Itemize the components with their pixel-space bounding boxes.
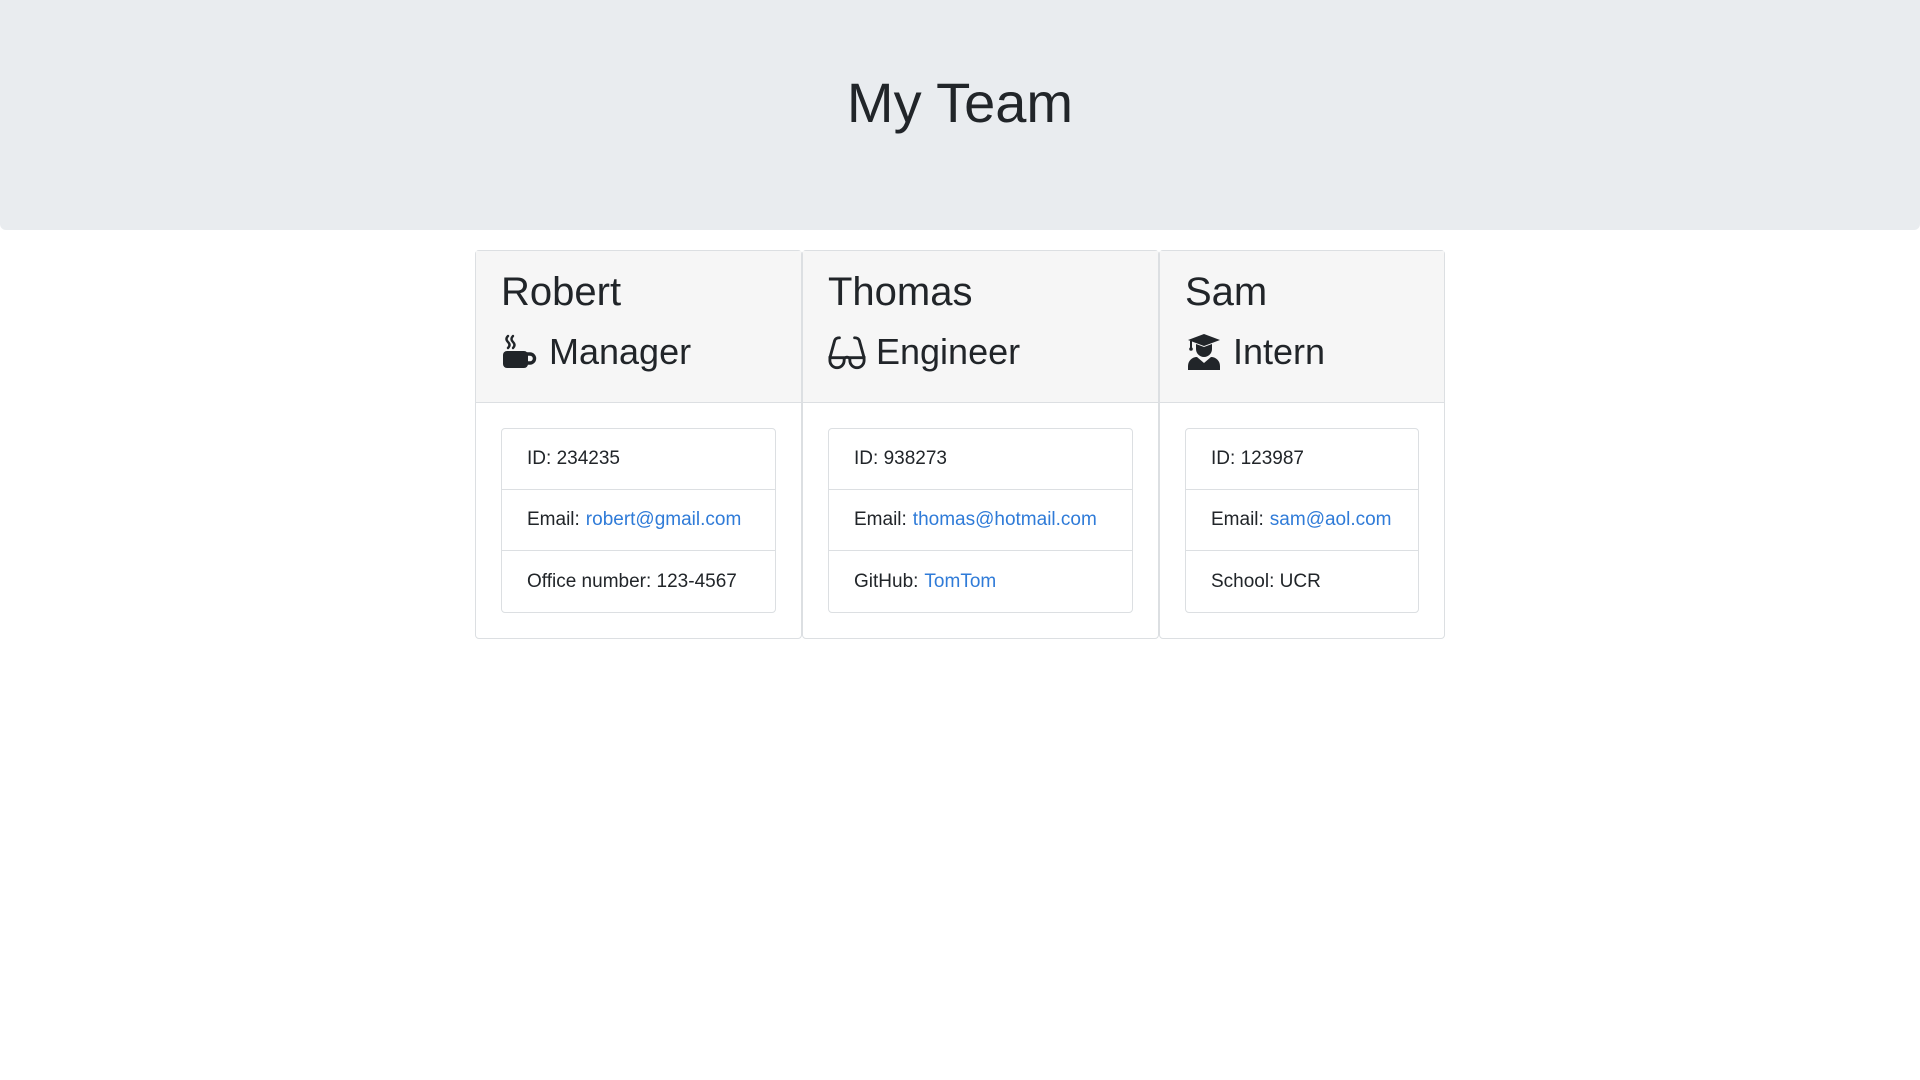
school-item: School: UCR: [1186, 551, 1418, 612]
id-item: ID: 938273: [829, 429, 1132, 490]
card-body: ID: 123987 Email: sam@aol.com School: UC…: [1160, 403, 1444, 638]
github-link[interactable]: TomTom: [924, 571, 996, 593]
employee-role: Manager: [501, 329, 776, 375]
id-label: ID:: [854, 448, 879, 469]
employee-name: Thomas: [828, 270, 973, 314]
email-item: Email: sam@aol.com: [1186, 490, 1418, 551]
card-header: Thomas Engineer: [803, 251, 1158, 403]
id-label: ID:: [1211, 448, 1236, 469]
employee-card-engineer: Thomas Engineer ID: 938273 Email: thomas…: [802, 250, 1159, 639]
email-link[interactable]: robert@gmail.com: [586, 509, 742, 531]
github-label: GitHub:: [854, 570, 919, 592]
email-item: Email: thomas@hotmail.com: [829, 490, 1132, 551]
employee-name: Robert: [501, 270, 622, 314]
employee-name: Sam: [1185, 270, 1268, 314]
office-number-item: Office number: 123-4567: [502, 551, 775, 612]
school-label: School:: [1211, 570, 1275, 592]
info-list: ID: 234235 Email: robert@gmail.com Offic…: [501, 428, 776, 613]
info-list: ID: 123987 Email: sam@aol.com School: UC…: [1185, 428, 1419, 613]
employee-card-manager: Robert Manager ID: 234235 Email: robert@…: [475, 250, 802, 639]
card-header: Sam Intern: [1160, 251, 1444, 403]
role-label: Manager: [549, 331, 692, 372]
card-header: Robert Manager: [476, 251, 801, 403]
id-label: ID:: [527, 448, 552, 469]
page-title: My Team: [846, 71, 1074, 134]
card-body: ID: 938273 Email: thomas@hotmail.com Git…: [803, 403, 1158, 638]
office-number-label: Office number:: [527, 570, 652, 592]
id-value: 123987: [1240, 448, 1304, 469]
id-value: 938273: [883, 448, 947, 469]
role-label: Intern: [1233, 331, 1326, 372]
employee-card-intern: Sam Intern ID: 123987 Email: sam@aol.com…: [1159, 250, 1445, 639]
email-link[interactable]: sam@aol.com: [1270, 509, 1392, 531]
id-value: 234235: [556, 448, 620, 469]
email-label: Email:: [1211, 509, 1264, 530]
school-value: UCR: [1279, 570, 1321, 592]
page-header: My Team: [0, 0, 1920, 230]
email-label: Email:: [854, 509, 907, 530]
github-item: GitHub: TomTom: [829, 551, 1132, 612]
card-body: ID: 234235 Email: robert@gmail.com Offic…: [476, 403, 801, 638]
info-list: ID: 938273 Email: thomas@hotmail.com Git…: [828, 428, 1133, 613]
glasses-icon: [828, 332, 866, 372]
id-item: ID: 123987: [1186, 429, 1418, 490]
office-number-value: 123-4567: [656, 570, 737, 592]
email-item: Email: robert@gmail.com: [502, 490, 775, 551]
id-item: ID: 234235: [502, 429, 775, 490]
graduate-icon: [1185, 332, 1223, 372]
coffee-icon: [501, 332, 539, 372]
role-label: Engineer: [876, 331, 1021, 372]
employee-role: Engineer: [828, 329, 1133, 375]
employee-role: Intern: [1185, 329, 1419, 375]
email-label: Email:: [527, 509, 580, 530]
email-link[interactable]: thomas@hotmail.com: [913, 509, 1097, 531]
team-cards: Robert Manager ID: 234235 Email: robert@…: [475, 250, 1445, 639]
